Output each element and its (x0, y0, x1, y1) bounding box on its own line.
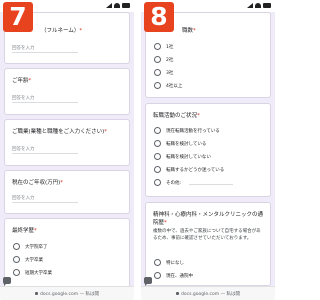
radio-option[interactable]: 現在転職活動を行っている (154, 127, 220, 134)
battery-icon (122, 3, 130, 8)
lock-icon (35, 292, 38, 295)
age-answer-field[interactable] (12, 102, 78, 103)
income-answer-field[interactable] (12, 202, 78, 203)
signal-icon (247, 3, 253, 8)
radio-option[interactable]: 転職を検討している (154, 140, 206, 147)
browser-url-bar[interactable]: docs.google.com — 私は閲 (141, 286, 275, 300)
question-title: 最終学歴* (12, 228, 37, 234)
radio-option[interactable]: 4社以上 (154, 82, 182, 89)
question-card-job-status: 転職活動のご状況* 現在転職活動を行っている 転職を検討している 転職を検討して… (145, 103, 271, 197)
radio-option[interactable]: 転職するかどうか迷っている (154, 166, 224, 173)
status-icons (247, 3, 271, 8)
radio-button[interactable] (154, 127, 161, 134)
phone-screen-left: 7 （フルネーム）* 回答を入力 ご年齢* 回答を入力 ご職業(業種と職種をご入… (0, 0, 134, 300)
feedback-chat-icon[interactable] (144, 277, 152, 284)
answer-placeholder: 回答を入力 (12, 46, 35, 51)
question-title: ご職業(業種と職種をご入力ください)* (12, 129, 108, 135)
radio-button[interactable] (154, 43, 161, 50)
radio-button[interactable] (154, 259, 161, 266)
radio-option[interactable]: 1社 (154, 43, 173, 50)
question-title: （フルネーム）* (41, 28, 83, 34)
question-card-income: 税在のご年収(万円)* 回答を入力 (4, 170, 130, 214)
radio-option-other[interactable]: その他: (154, 179, 234, 186)
answer-placeholder: 回答を入力 (12, 196, 35, 201)
radio-button[interactable] (154, 153, 161, 160)
phone-screen-right: 8 職数* 1社 2社 3社 4社以上 転職活動のご状況* 現在転職活動を行って… (141, 0, 275, 300)
radio-button[interactable] (13, 256, 20, 263)
status-icons (106, 3, 130, 8)
lock-icon (176, 292, 179, 295)
question-card-clinic-history: 精神科・心療内科・メンタルクリニックの通院歴* 複数の中で、過去やご家族について… (145, 202, 271, 286)
radio-option[interactable]: 大学卒業 (13, 256, 43, 263)
occupation-answer-field[interactable] (12, 153, 78, 154)
radio-button[interactable] (154, 272, 161, 279)
answer-placeholder: 回答を入力 (12, 96, 35, 101)
battery-icon (263, 3, 271, 8)
other-text-field[interactable] (189, 181, 234, 185)
answer-placeholder: 回答を入力 (12, 147, 35, 152)
radio-option[interactable]: 3社 (154, 69, 173, 76)
radio-button[interactable] (154, 140, 161, 147)
browser-url-bar[interactable]: docs.google.com — 私は閲 (0, 286, 134, 300)
question-title: 精神科・心療内科・メンタルクリニックの通院歴* (153, 212, 264, 226)
radio-button[interactable] (13, 243, 20, 250)
url-text: docs.google.com — 私は閲 (181, 292, 240, 297)
radio-option[interactable]: 大学院卒了 (13, 243, 48, 250)
url-text: docs.google.com — 私は閲 (40, 292, 99, 297)
question-description: 複数の中で、過去やご家族について自宅する場合があるため、事前に確認させていただい… (153, 229, 261, 241)
name-answer-field[interactable] (12, 52, 78, 53)
question-title: ご年齢* (12, 78, 32, 84)
radio-button[interactable] (154, 166, 161, 173)
radio-option[interactable]: 2社 (154, 56, 173, 63)
radio-button[interactable] (154, 56, 161, 63)
question-title: 職数* (182, 28, 196, 34)
radio-button[interactable] (154, 82, 161, 89)
step-number-badge: 7 (3, 2, 33, 32)
question-title: 転職活動のご状況* (153, 113, 200, 119)
radio-button[interactable] (13, 269, 20, 276)
radio-option[interactable]: 短期大学卒業 (13, 269, 52, 276)
wifi-icon (255, 3, 261, 8)
radio-option[interactable]: 現在、通院中 (154, 272, 193, 279)
question-title: 税在のご年収(万円)* (12, 180, 64, 186)
feedback-chat-icon[interactable] (3, 277, 11, 284)
step-number-badge: 8 (144, 2, 174, 32)
signal-icon (106, 3, 112, 8)
question-card-occupation: ご職業(業種と職種をご入力ください)* 回答を入力 (4, 119, 130, 166)
wifi-icon (114, 3, 120, 8)
radio-option[interactable]: 特になし (154, 259, 184, 266)
question-card-age: ご年齢* 回答を入力 (4, 68, 130, 115)
radio-option[interactable]: 転職を検討していない (154, 153, 211, 160)
radio-button[interactable] (154, 179, 161, 186)
radio-button[interactable] (154, 69, 161, 76)
